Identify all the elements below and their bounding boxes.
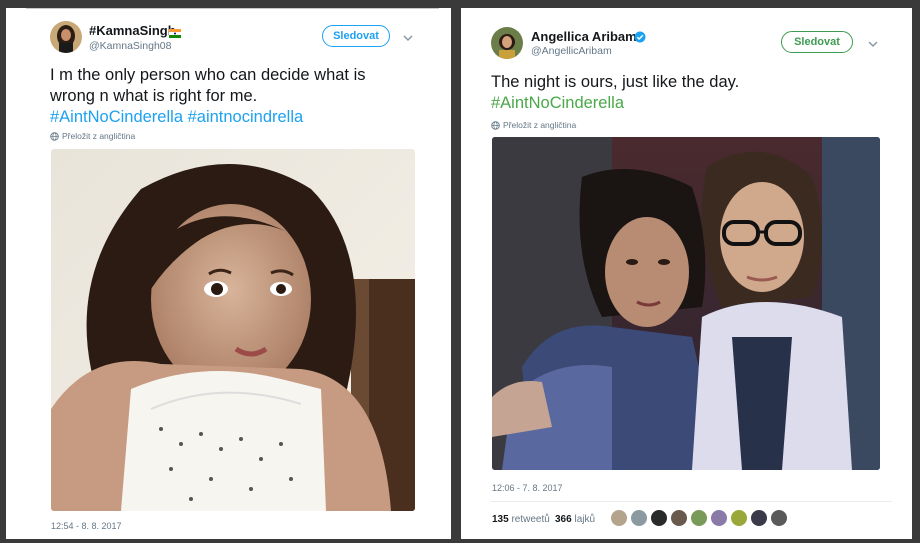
liker-avatar[interactable] (691, 510, 707, 526)
chevron-down-icon[interactable] (401, 31, 415, 45)
avatar[interactable] (491, 27, 523, 59)
liker-avatar[interactable] (711, 510, 727, 526)
author-handle[interactable]: @KamnaSingh08 (89, 40, 171, 52)
globe-icon (491, 120, 500, 130)
author-name[interactable]: #KamnaSingh (89, 23, 176, 38)
tweet-card-angellica: Angellica Aribam @AngellicAribam Sledova… (461, 8, 912, 539)
tweet-body: The night is ours, just like the day. #A… (491, 72, 891, 114)
hashtag-link[interactable]: #AintNoCinderella (491, 94, 624, 112)
retweets-count: 135 (492, 514, 509, 525)
divider (26, 8, 439, 9)
tweet-timestamp[interactable]: 12:06 - 7. 8. 2017 (492, 483, 563, 493)
retweets-label: retweetů (511, 514, 550, 525)
author-handle[interactable]: @AngellicAribam (531, 45, 612, 57)
divider (491, 501, 892, 502)
translate-link[interactable]: Přeložit z angličtina (491, 120, 576, 130)
tweet-photo[interactable] (492, 137, 880, 470)
liker-avatar[interactable] (651, 510, 667, 526)
follow-button[interactable]: Sledovat (322, 25, 390, 47)
tweet-timestamp[interactable]: 12:54 - 8. 8. 2017 (51, 521, 122, 531)
tweet-photo[interactable] (51, 149, 415, 511)
liker-avatar[interactable] (631, 510, 647, 526)
indian-flag-icon (169, 25, 181, 38)
translate-label: Přeložit z angličtina (62, 131, 136, 141)
liker-avatar[interactable] (671, 510, 687, 526)
liker-avatar[interactable] (771, 510, 787, 526)
liker-avatar[interactable] (611, 510, 627, 526)
hashtag-link[interactable]: #aintnocindrella (188, 108, 304, 126)
likes-label: lajků (574, 514, 596, 525)
liker-avatar[interactable] (751, 510, 767, 526)
translate-label: Přeložit z angličtina (503, 120, 577, 130)
tweet-body: I m the only person who can decide what … (50, 65, 410, 128)
globe-icon (50, 131, 59, 141)
tweet-text: The night is ours, just like the day. (491, 73, 740, 91)
author-name[interactable]: Angellica Aribam (531, 29, 637, 44)
hashtag-link[interactable]: #AintNoCinderella (50, 108, 183, 126)
avatar[interactable] (50, 21, 82, 53)
follow-button[interactable]: Sledovat (781, 31, 853, 53)
tweet-text: I m the only person who can decide what … (50, 66, 366, 105)
verified-badge-icon (634, 30, 646, 43)
likes-stat[interactable]: 366 lajků (555, 514, 595, 525)
retweets-stat[interactable]: 135 retweetů (492, 514, 550, 525)
likes-count: 366 (555, 514, 572, 525)
tweet-card-kamna: #KamnaSingh @KamnaSingh08 Sledovat I m t… (6, 8, 451, 539)
translate-link[interactable]: Přeložit z angličtina (50, 131, 135, 141)
chevron-down-icon[interactable] (866, 37, 880, 51)
liker-avatar[interactable] (731, 510, 747, 526)
